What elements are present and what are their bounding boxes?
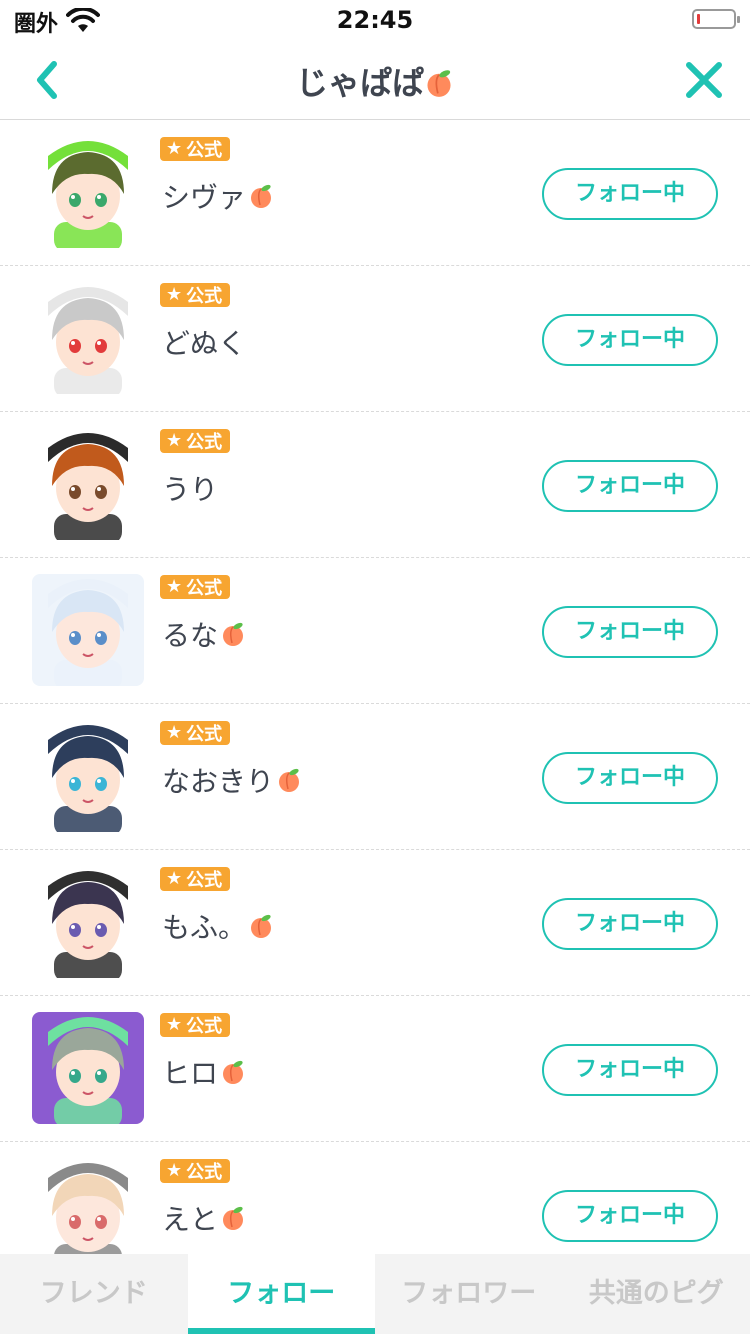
status-bar: 圏外 22:45 [0,0,750,40]
peach-icon [223,622,244,646]
peach-icon [251,184,272,208]
user-name: もふ。 [162,906,274,946]
official-badge-label: 公式 [186,578,223,599]
user-name-text: どぬく [162,327,247,360]
user-name-text: もふ。 [162,911,247,944]
avatar[interactable] [32,866,144,978]
following-button[interactable]: フォロー中 [542,898,718,950]
peach-icon [223,1206,244,1230]
tab-1[interactable]: フォロー [187,1254,375,1334]
avatar[interactable] [32,136,144,248]
avatar[interactable] [32,720,144,832]
official-badge: ★ 公式 [160,283,231,307]
official-badge-label: 公式 [186,286,223,307]
star-icon: ★ [166,430,183,451]
user-name: シヴァ [162,176,274,216]
star-icon: ★ [166,868,183,889]
close-icon[interactable] [684,60,724,100]
following-button[interactable]: フォロー中 [542,1044,718,1096]
official-badge: ★ 公式 [160,1159,231,1183]
user-name: どぬく [162,322,246,362]
list-item[interactable]: ★ 公式もふ。 フォロー中 [0,850,750,996]
avatar[interactable] [32,428,144,540]
official-badge: ★ 公式 [160,429,231,453]
official-badge: ★ 公式 [160,1013,231,1037]
star-icon: ★ [166,138,183,159]
official-badge-label: 公式 [186,1016,223,1037]
tab-3[interactable]: 共通のピグ [563,1254,750,1334]
list-item[interactable]: ★ 公式うり フォロー中 [0,412,750,558]
following-button[interactable]: フォロー中 [542,606,718,658]
official-badge: ★ 公式 [160,867,231,891]
tab-2[interactable]: フォロワー [375,1254,563,1334]
user-name-text: るな [162,619,219,652]
clock: 22:45 [336,6,414,34]
list-item[interactable]: ★ 公式えと フォロー中 [0,1142,750,1254]
bottom-tab-bar: フレンド フォロー フォロワー 共通のピグ [0,1254,750,1334]
follow-list: ★ 公式 シヴァ フォロー中 ★ 公式 どぬく フォロー中 ★ 公式 うり フォロー中 ★ 公式 るな フォロ… [0,120,750,1254]
official-badge: ★ 公式 [160,137,231,161]
official-badge-label: 公式 [186,140,223,161]
star-icon: ★ [166,576,183,597]
user-name: うり [162,468,218,508]
star-icon: ★ [166,1014,183,1035]
user-name-text: なおきり [162,765,275,798]
avatar[interactable] [32,1012,144,1124]
list-item[interactable]: ★ 公式るな フォロー中 [0,558,750,704]
star-icon: ★ [166,284,183,305]
user-name-text: うり [162,473,219,506]
user-name-text: えと [162,1203,219,1236]
peach-icon [251,914,272,938]
peach-icon [427,70,451,97]
nav-bar: じゃぱぱ [0,40,750,120]
battery-icon [692,9,740,29]
user-name: ヒロ [162,1052,246,1092]
avatar[interactable] [32,282,144,394]
official-badge: ★ 公式 [160,721,231,745]
user-name: るな [162,614,246,654]
following-button[interactable]: フォロー中 [542,314,718,366]
page-title: じゃぱぱ [0,58,750,104]
list-item[interactable]: ★ 公式どぬく フォロー中 [0,266,750,412]
user-name-text: シヴァ [162,181,247,214]
peach-icon [223,1060,244,1084]
star-icon: ★ [166,722,183,743]
list-item[interactable]: ★ 公式シヴァ フォロー中 [0,120,750,266]
avatar[interactable] [32,574,144,686]
peach-icon [279,768,300,792]
official-badge-label: 公式 [186,1162,223,1183]
tab-0[interactable]: フレンド [0,1254,188,1334]
official-badge: ★ 公式 [160,575,231,599]
user-name-text: ヒロ [162,1057,219,1090]
page-title-text: じゃぱぱ [295,64,424,102]
list-item[interactable]: ★ 公式なおきり フォロー中 [0,704,750,850]
following-button[interactable]: フォロー中 [542,1190,718,1242]
star-icon: ★ [166,1160,183,1181]
list-item[interactable]: ★ 公式ヒロ フォロー中 [0,996,750,1142]
following-button[interactable]: フォロー中 [542,168,718,220]
official-badge-label: 公式 [186,724,223,745]
following-button[interactable]: フォロー中 [542,752,718,804]
user-name: なおきり [162,760,302,800]
following-button[interactable]: フォロー中 [542,460,718,512]
user-name: えと [162,1198,246,1238]
avatar[interactable] [32,1158,144,1254]
official-badge-label: 公式 [186,870,223,891]
official-badge-label: 公式 [186,432,223,453]
